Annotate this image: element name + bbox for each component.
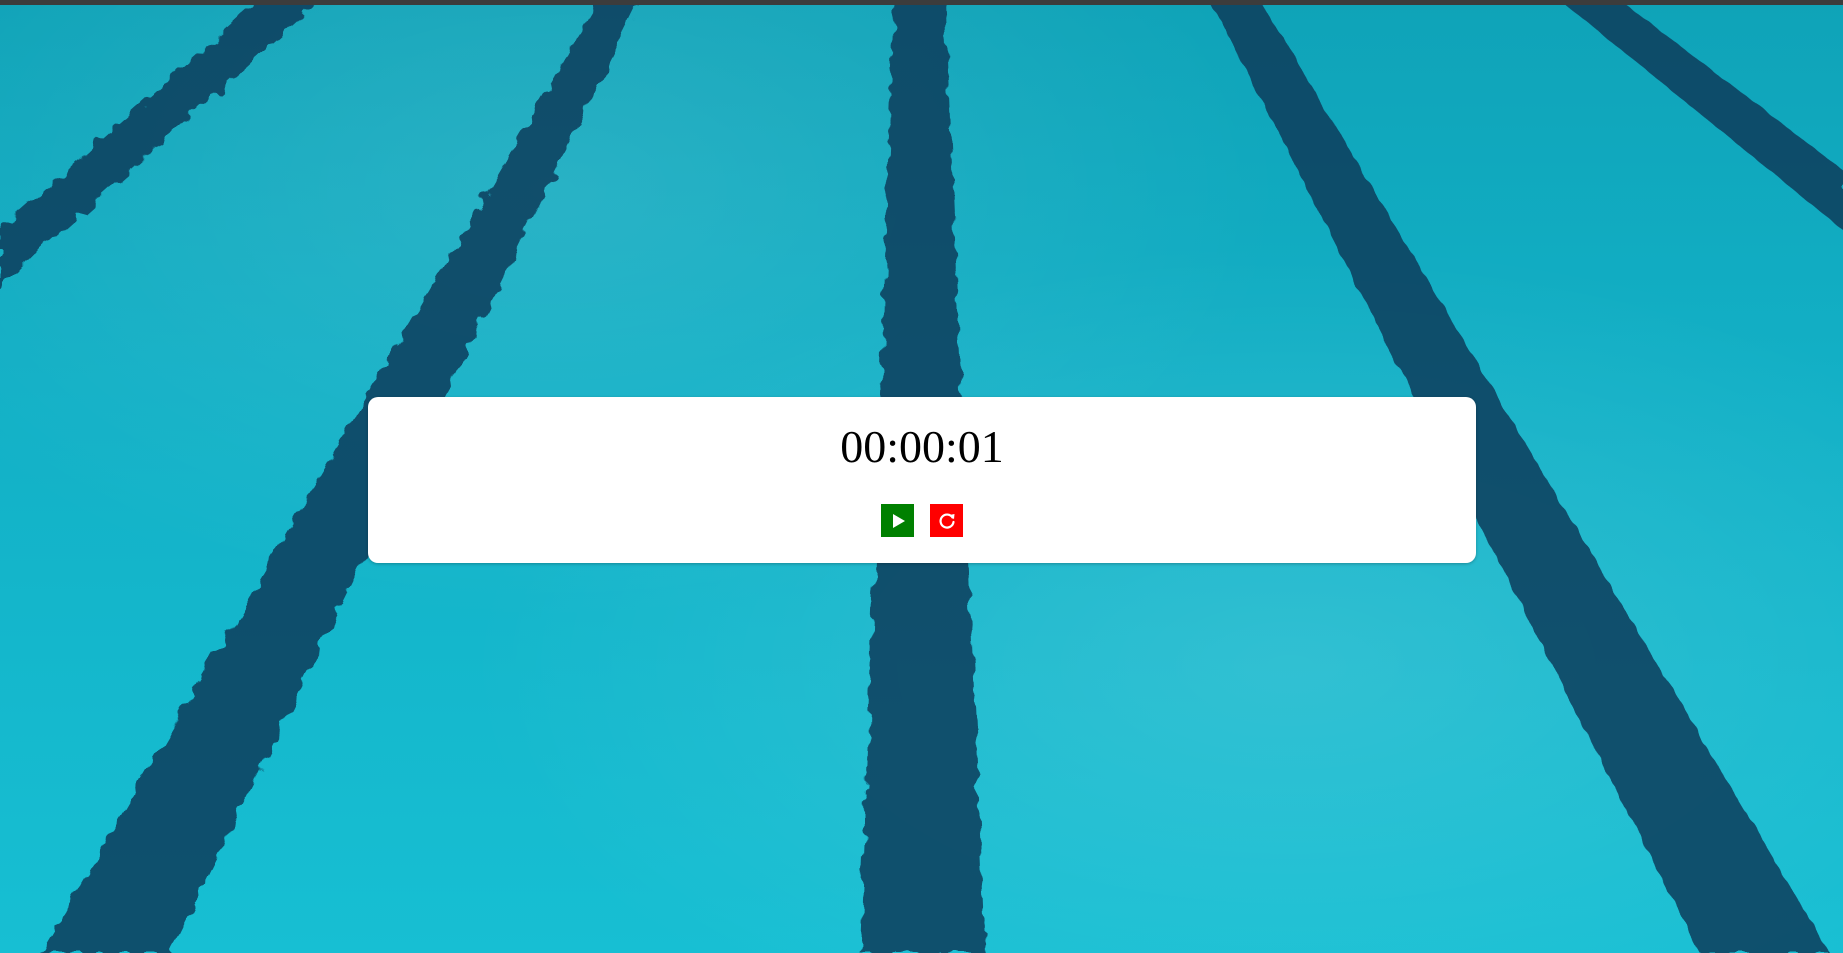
play-icon [892,513,905,528]
start-button[interactable] [881,504,914,537]
reset-button[interactable] [930,504,963,537]
lane-line [1560,0,1843,230]
lane-line [0,0,320,290]
stopwatch-panel: 00:00:01 [368,397,1476,563]
elapsed-time: 00:00:01 [840,421,1004,472]
stopwatch-controls [368,504,1476,537]
window-top-bar [0,0,1843,5]
refresh-icon [938,512,955,529]
